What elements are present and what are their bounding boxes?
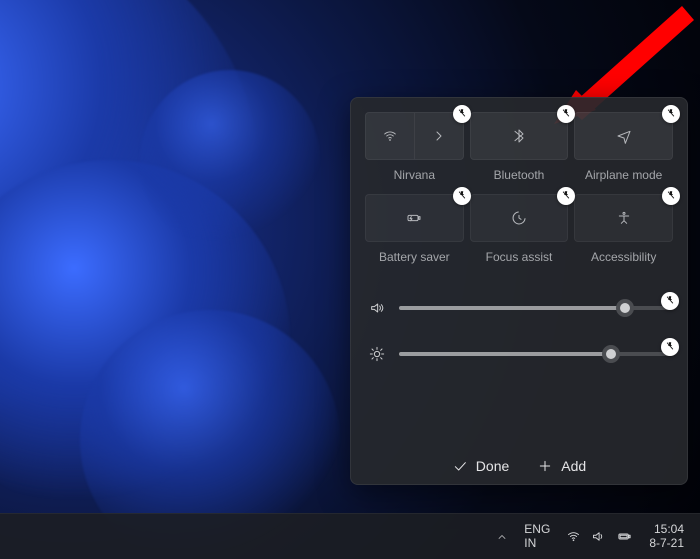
language-primary: ENG [524,523,550,536]
wifi-toggle[interactable] [366,113,415,159]
unpin-icon [665,295,675,308]
unpin-button-airplane[interactable] [662,105,680,123]
chevron-right-icon [431,128,447,144]
unpin-icon [665,341,675,354]
accessibility-tile[interactable] [574,194,673,242]
accessibility-tile-label: Accessibility [574,250,673,264]
clock[interactable]: 15:04 8-7-21 [649,523,684,551]
unpin-icon [457,190,467,203]
battery-tray-icon [616,529,633,544]
focus-assist-tile[interactable] [470,194,569,242]
volume-slider[interactable] [399,306,671,310]
unpin-button-battery-saver[interactable] [453,187,471,205]
clock-date: 8-7-21 [649,537,684,551]
quick-settings-panel: Nirvana Bluetooth [350,97,688,485]
bluetooth-tile[interactable] [470,112,569,160]
language-secondary: IN [524,537,550,550]
brightness-slider[interactable] [399,352,671,356]
airplane-mode-tile[interactable] [574,112,673,160]
unpin-button-accessibility[interactable] [662,187,680,205]
unpin-icon [666,108,676,121]
unpin-icon [561,108,571,121]
focus-assist-icon [511,210,527,226]
unpin-button-volume[interactable] [661,292,679,310]
add-button-label: Add [561,458,586,474]
taskbar: ENG IN 15:04 8-7-21 [0,513,700,559]
unpin-button-focus-assist[interactable] [557,187,575,205]
wifi-tile-label: Nirvana [365,168,464,182]
add-button[interactable]: Add [537,458,586,474]
unpin-icon [666,190,676,203]
system-tray[interactable] [566,529,633,544]
clock-time: 15:04 [649,523,684,537]
battery-saver-tile-label: Battery saver [365,250,464,264]
unpin-icon [457,108,467,121]
check-icon [452,458,468,474]
wifi-tray-icon [566,529,581,544]
done-button-label: Done [476,458,509,474]
wallpaper-wave [140,70,320,250]
unpin-button-wifi[interactable] [453,105,471,123]
unpin-icon [561,190,571,203]
wifi-tile[interactable] [365,112,464,160]
airplane-mode-tile-label: Airplane mode [574,168,673,182]
bluetooth-icon [511,128,527,144]
battery-saver-icon [406,210,422,226]
unpin-button-brightness[interactable] [661,338,679,356]
bluetooth-tile-label: Bluetooth [470,168,569,182]
airplane-icon [616,128,632,144]
language-indicator[interactable]: ENG IN [524,523,550,549]
battery-saver-tile[interactable] [365,194,464,242]
unpin-button-bluetooth[interactable] [557,105,575,123]
focus-assist-tile-label: Focus assist [470,250,569,264]
done-button[interactable]: Done [452,458,509,474]
accessibility-icon [616,210,632,226]
volume-tray-icon [591,529,606,544]
tray-overflow-button[interactable] [496,531,508,543]
volume-icon [367,300,387,316]
plus-icon [537,458,553,474]
brightness-icon [367,346,387,362]
wifi-icon [382,128,398,144]
